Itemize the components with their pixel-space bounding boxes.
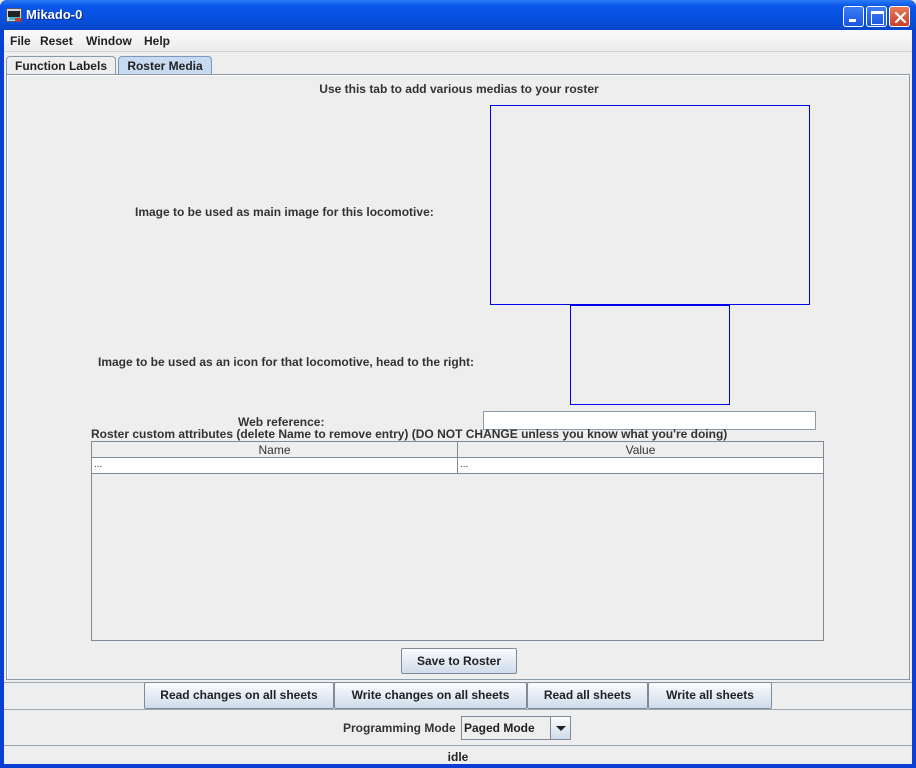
main-image-drop-area[interactable] bbox=[490, 105, 810, 305]
column-header-value[interactable]: Value bbox=[458, 442, 824, 458]
tab-function-labels[interactable]: Function Labels bbox=[6, 56, 116, 74]
application-window: Mikado-0 File Reset Window Help Function… bbox=[0, 0, 916, 768]
read-all-sheets-button[interactable]: Read all sheets bbox=[527, 682, 648, 709]
menu-reset[interactable]: Reset bbox=[40, 34, 73, 48]
divider bbox=[4, 709, 912, 710]
read-changes-button[interactable]: Read changes on all sheets bbox=[144, 682, 334, 709]
roster-media-panel: Use this tab to add various medias to yo… bbox=[6, 74, 910, 680]
write-all-sheets-button[interactable]: Write all sheets bbox=[648, 682, 772, 709]
programming-mode-label: Programming Mode bbox=[343, 721, 456, 735]
menu-window[interactable]: Window bbox=[86, 34, 132, 48]
menu-bar: File Reset Window Help bbox=[4, 30, 912, 52]
icon-image-drop-area[interactable] bbox=[570, 305, 730, 405]
panel-heading: Use this tab to add various medias to yo… bbox=[319, 82, 599, 96]
close-button[interactable] bbox=[889, 6, 910, 27]
client-area: File Reset Window Help Function Labels R… bbox=[4, 30, 912, 764]
tab-roster-media[interactable]: Roster Media bbox=[118, 56, 212, 74]
maximize-button[interactable] bbox=[866, 6, 887, 27]
table-cell-value[interactable]: ... bbox=[458, 458, 824, 474]
menu-file[interactable]: File bbox=[10, 34, 31, 48]
custom-attributes-label: Roster custom attributes (delete Name to… bbox=[91, 427, 728, 441]
main-image-label: Image to be used as main image for this … bbox=[135, 205, 434, 219]
minimize-button[interactable] bbox=[843, 6, 864, 27]
status-text: idle bbox=[447, 750, 469, 764]
menu-help[interactable]: Help bbox=[144, 34, 170, 48]
column-header-name[interactable]: Name bbox=[92, 442, 458, 458]
tab-strip: Function Labels Roster Media bbox=[4, 54, 912, 74]
custom-attributes-table: Name Value ... ... bbox=[91, 441, 824, 641]
close-icon bbox=[894, 11, 907, 24]
programming-mode-value: Paged Mode bbox=[464, 721, 535, 735]
write-changes-button[interactable]: Write changes on all sheets bbox=[334, 682, 527, 709]
divider bbox=[4, 745, 912, 746]
chevron-down-icon[interactable] bbox=[550, 717, 570, 739]
icon-image-label: Image to be used as an icon for that loc… bbox=[98, 355, 475, 369]
programming-mode-select[interactable]: Paged Mode bbox=[461, 716, 571, 740]
table-cell-name[interactable]: ... bbox=[92, 458, 458, 474]
locomotive-app-icon bbox=[6, 8, 22, 22]
save-to-roster-button[interactable]: Save to Roster bbox=[401, 648, 517, 674]
title-bar[interactable]: Mikado-0 bbox=[0, 0, 916, 30]
window-title: Mikado-0 bbox=[26, 7, 83, 22]
